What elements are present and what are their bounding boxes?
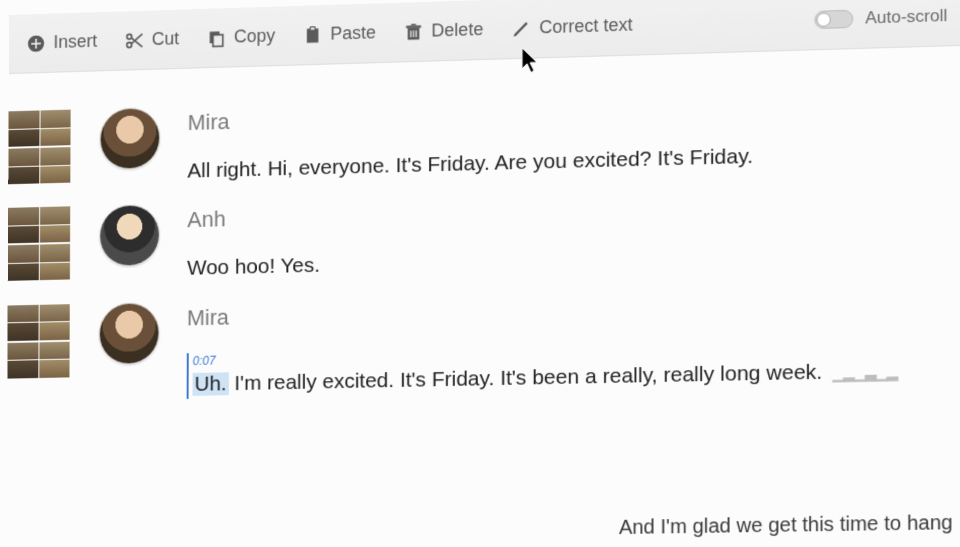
insert-label: Insert <box>53 31 97 53</box>
speaker-name: Anh <box>187 204 320 233</box>
copy-button[interactable]: Copy <box>207 25 276 48</box>
video-thumbnail <box>7 341 69 378</box>
scissors-icon <box>124 30 144 50</box>
speaker-name: Mira <box>188 94 754 136</box>
correct-text-button[interactable]: Correct text <box>511 14 632 39</box>
transcript-row: Mira All right. Hi, everyone. It's Frida… <box>8 84 960 190</box>
transcript-row: Anh Woo hoo! Yes. <box>8 184 960 287</box>
video-thumbnail <box>8 110 70 147</box>
transcript-text[interactable]: 0:07 Uh. I'm really excited. It's Friday… <box>187 338 898 399</box>
clip-thumbnails[interactable] <box>8 110 70 185</box>
paste-button[interactable]: Paste <box>303 22 376 45</box>
copy-icon <box>207 27 227 47</box>
pencil-icon <box>511 18 531 39</box>
speaker-avatar <box>99 204 160 267</box>
trash-icon <box>404 21 424 42</box>
speaker-avatar <box>99 302 160 365</box>
video-thumbnail <box>8 147 70 184</box>
autoscroll-toggle[interactable]: Auto-scroll <box>814 5 947 29</box>
transcript-text[interactable]: Woo hoo! Yes. <box>187 252 320 283</box>
video-thumbnail <box>8 207 70 244</box>
transcript-panel: Mira All right. Hi, everyone. It's Frida… <box>6 46 960 547</box>
autoscroll-label: Auto-scroll <box>865 5 947 28</box>
delete-label: Delete <box>431 19 483 42</box>
cut-button[interactable]: Cut <box>124 28 179 50</box>
copy-label: Copy <box>234 25 275 47</box>
insert-button[interactable]: Insert <box>26 31 97 54</box>
video-thumbnail <box>8 244 70 281</box>
clipboard-icon <box>303 25 323 45</box>
video-thumbnail <box>7 304 69 341</box>
clip-thumbnails[interactable] <box>8 207 70 282</box>
speaker-name: Mira <box>187 290 897 331</box>
paste-label: Paste <box>330 22 376 44</box>
transcript-row: Mira 0:07 Uh. I'm really excited. It's F… <box>7 284 960 402</box>
toggle-track <box>814 9 853 28</box>
speaker-avatar <box>100 107 161 170</box>
cut-label: Cut <box>152 28 179 50</box>
clip-thumbnails[interactable] <box>7 304 70 378</box>
correct-label: Correct text <box>539 14 632 38</box>
toggle-knob <box>816 12 830 27</box>
cutoff-text: And I'm glad we get this time to hang <box>619 512 953 540</box>
plus-circle-icon <box>26 33 45 53</box>
transcript-text[interactable]: All right. Hi, everyone. It's Friday. Ar… <box>187 143 753 186</box>
waveform-icon: ▁▂▁▃▁▂ <box>832 364 897 383</box>
delete-button[interactable]: Delete <box>404 19 484 42</box>
selected-text[interactable]: Uh. <box>193 372 229 396</box>
